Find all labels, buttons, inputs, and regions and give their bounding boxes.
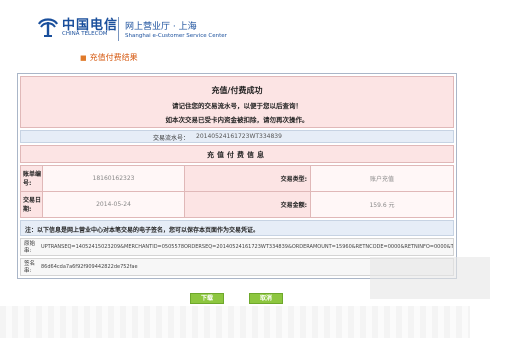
trade-amount-value: 159.6 元 bbox=[310, 191, 454, 218]
hall-title: 网上营业厅 · 上海 bbox=[125, 22, 197, 32]
raw-string-row: 原始串: UPTRANSEQ=14052415023209&MERCHANTID… bbox=[20, 238, 454, 256]
signature-label: 签名串: bbox=[24, 261, 36, 274]
cancel-button[interactable]: 取消 bbox=[249, 293, 283, 304]
success-box: 充值/付费成功 请记住您的交易流水号，以便于您以后查询！ 如本次交易已受卡内资金… bbox=[20, 76, 454, 128]
blurred-area bbox=[370, 257, 490, 299]
table-row: 交易日期: 2014-05-24 交易金额: 159.6 元 bbox=[20, 191, 454, 218]
header-divider bbox=[118, 17, 119, 41]
serial-value: 20140524161723WT334839 bbox=[196, 133, 282, 140]
serial-label: 交易流水号： bbox=[153, 135, 190, 142]
bill-number-value: 18160162323 bbox=[42, 165, 185, 192]
china-telecom-logo-icon bbox=[38, 18, 58, 37]
trade-type-value: 账户充值 bbox=[310, 165, 454, 192]
raw-string-value: UPTRANSEQ=14052415023209&MERCHANTID=0505… bbox=[41, 244, 453, 250]
breadcrumb: ■ 充值付费结果 bbox=[80, 52, 138, 63]
success-message-1: 请记住您的交易流水号，以便于您以后查询！ bbox=[172, 102, 302, 110]
trade-date-value: 2014-05-24 bbox=[42, 191, 185, 218]
trade-amount-label: 交易金额: bbox=[184, 191, 311, 218]
info-heading: 充值付费信息 bbox=[20, 145, 454, 163]
trade-type-label: 交易类型: bbox=[184, 165, 311, 192]
breadcrumb-label: 充值付费结果 bbox=[89, 53, 138, 62]
success-title: 充值/付费成功 bbox=[211, 86, 263, 95]
signature-note: 注：以下信息是网上营业中心对本笔交易的电子签名，您可以保存本页面作为交易凭证。 bbox=[20, 220, 454, 236]
success-message-2: 如本次交易已受卡内资金被扣除，请勿再次操作。 bbox=[165, 116, 309, 124]
info-table: 账单编号: 18160162323 交易类型: 账户充值 交易日期: 2014-… bbox=[20, 165, 454, 218]
result-panel: 充值/付费成功 请记住您的交易流水号，以便于您以后查询！ 如本次交易已受卡内资金… bbox=[17, 73, 457, 279]
site-header: 中国电信 CHINA TELECOM 网上营业厅 · 上海 Shanghai e… bbox=[0, 0, 525, 52]
trade-date-label: 交易日期: bbox=[20, 191, 43, 218]
logo-en-text: CHINA TELECOM bbox=[62, 31, 108, 37]
blurred-footer bbox=[0, 306, 470, 338]
bullet-icon: ■ bbox=[80, 54, 87, 62]
raw-string-label: 原始串: bbox=[24, 241, 36, 254]
bill-number-label: 账单编号: bbox=[20, 165, 43, 192]
table-row: 账单编号: 18160162323 交易类型: 账户充值 bbox=[20, 165, 454, 192]
serial-row: 交易流水号： 20140524161723WT334839 bbox=[20, 130, 454, 143]
download-button[interactable]: 下载 bbox=[190, 293, 224, 304]
hall-subtitle: Shanghai e-Customer Service Center bbox=[125, 33, 227, 39]
